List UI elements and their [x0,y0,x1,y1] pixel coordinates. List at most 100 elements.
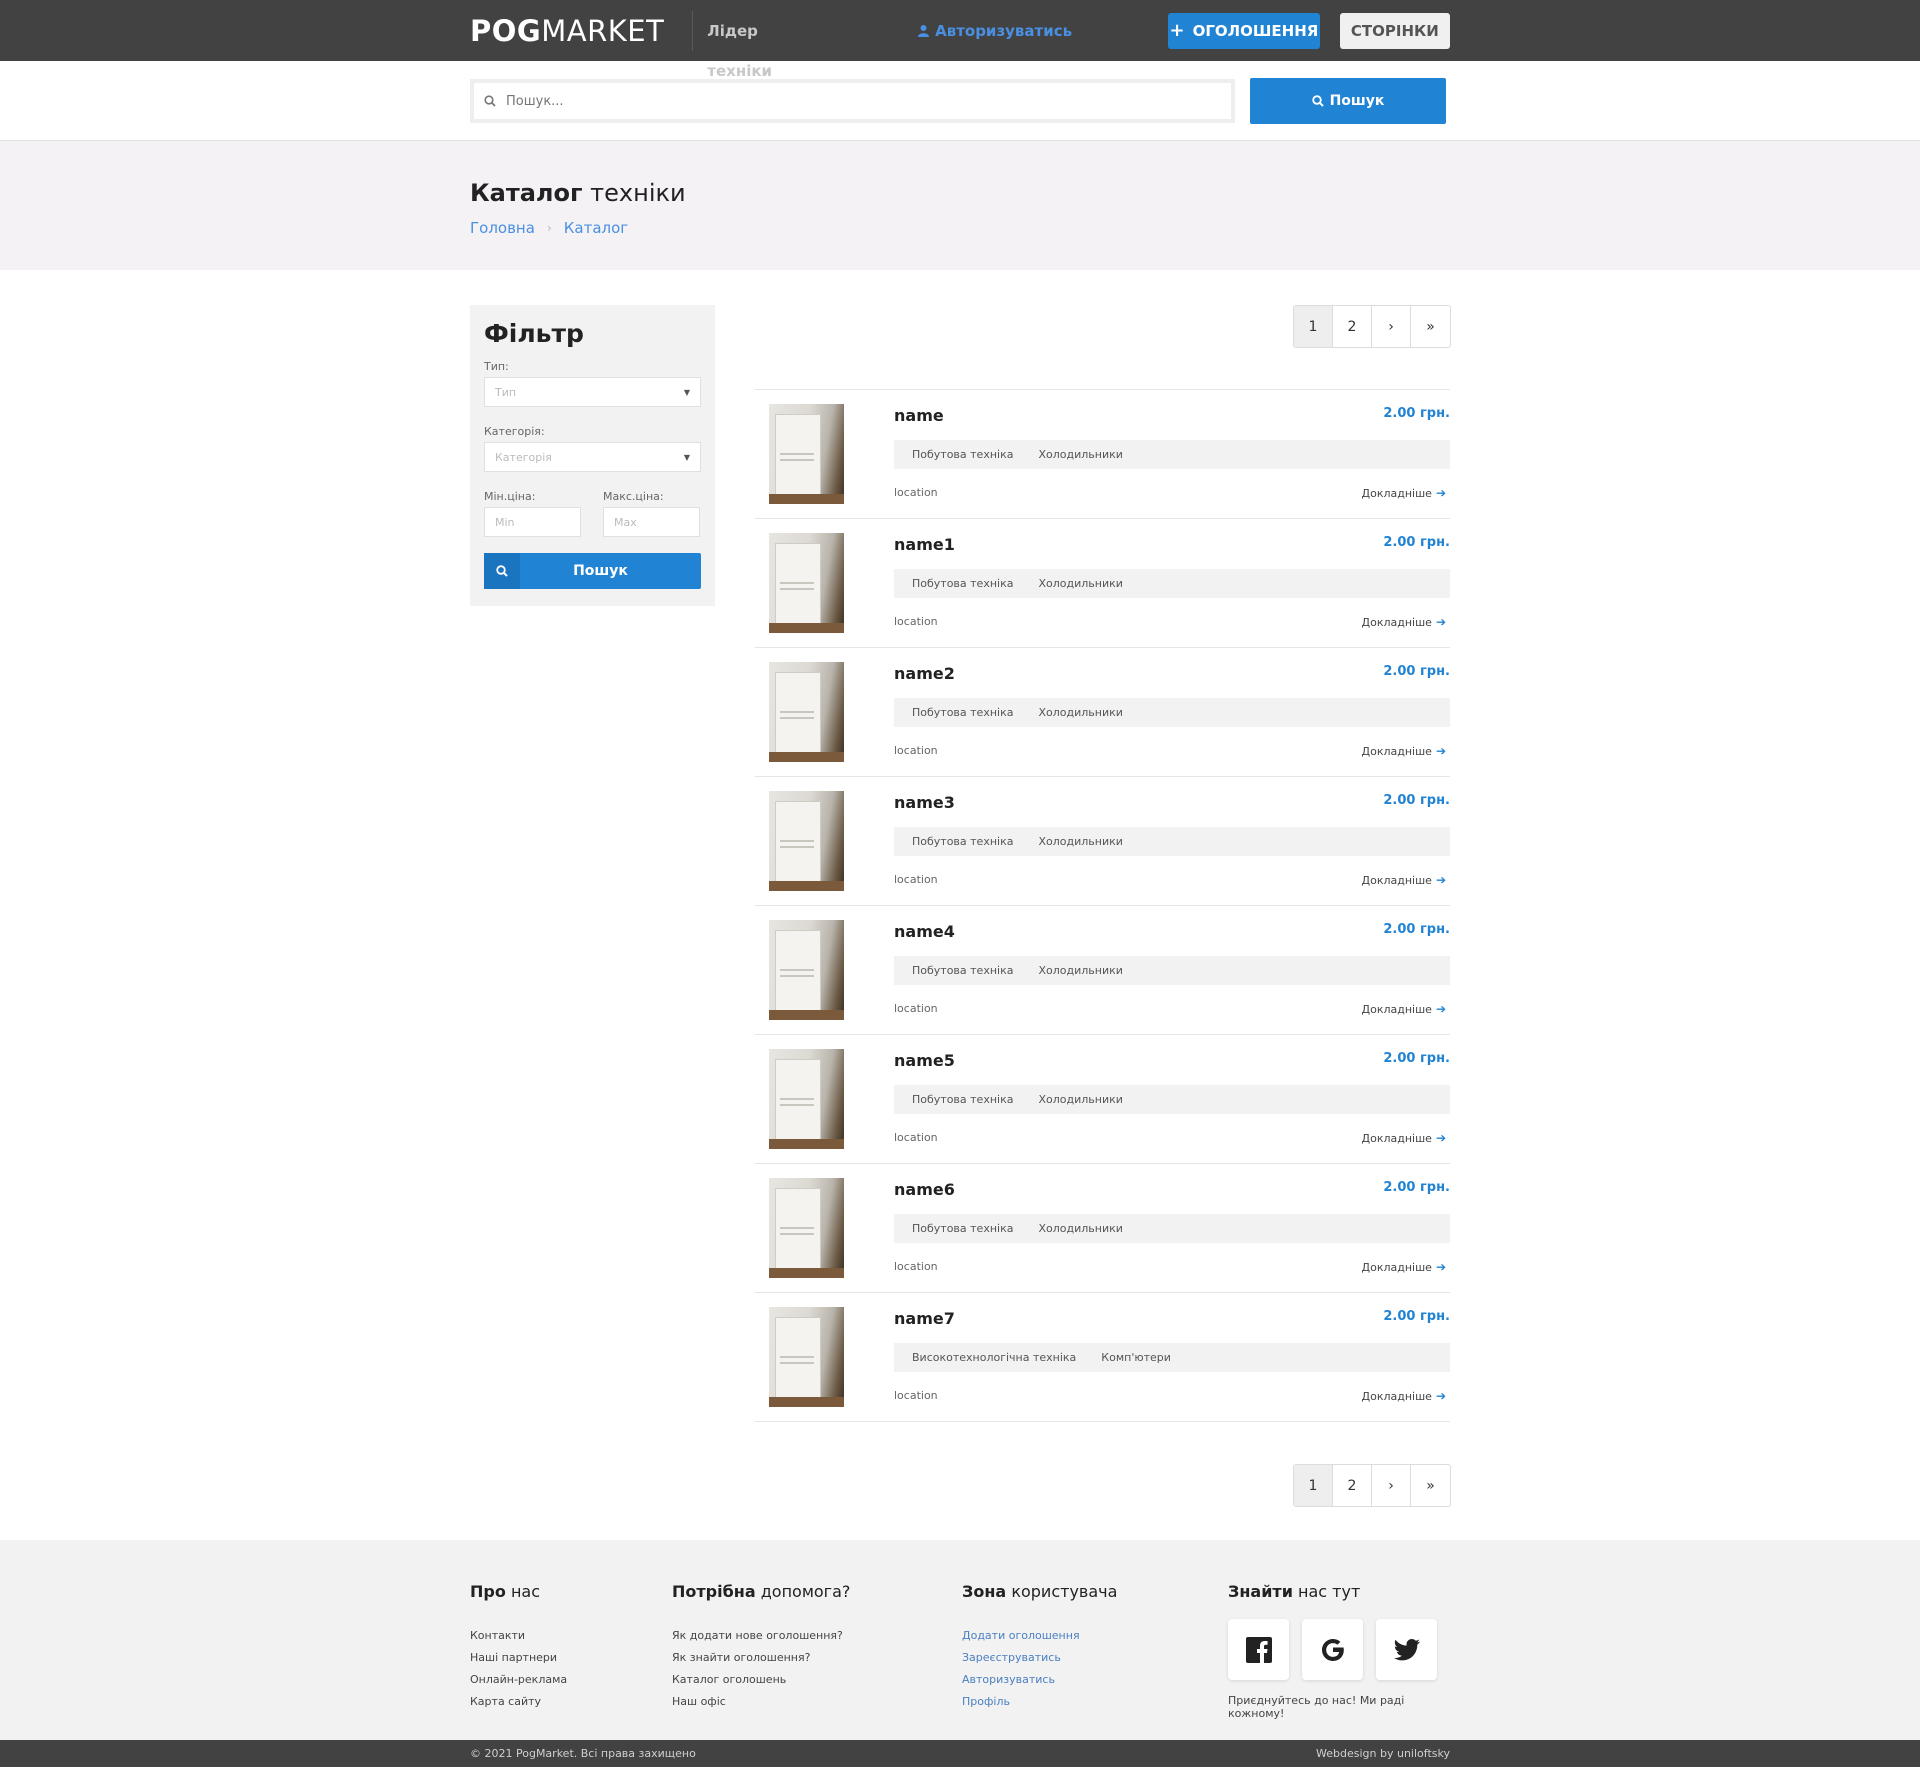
logo-light: MARKET [541,13,665,48]
item-tag[interactable]: Побутова техніка [912,964,1013,977]
item-tag[interactable]: Холодильники [1038,1222,1122,1235]
page-title: Каталог техніки [470,179,1450,207]
footer-link-register[interactable]: Зареєструватись [962,1647,1117,1669]
pagination-top: 1 2 › » [1293,305,1451,348]
user-icon [918,24,930,37]
breadcrumb-catalog[interactable]: Каталог [564,219,628,237]
footer-link-partners[interactable]: Наші партнери [470,1647,567,1669]
item-tag[interactable]: Побутова техніка [912,1222,1013,1235]
footer-link-contacts[interactable]: Контакти [470,1625,567,1647]
next-page-button[interactable]: › [1372,1465,1411,1506]
search-input[interactable] [506,93,1186,109]
last-page-button[interactable]: » [1411,306,1450,347]
item-tag[interactable]: Холодильники [1038,964,1122,977]
arrow-right-icon: ➔ [1435,1389,1446,1403]
item-thumbnail[interactable] [769,791,844,891]
list-item[interactable]: name2 2.00 грн. Побутова техніка Холодиль… [755,648,1450,777]
footer-link-how-add[interactable]: Як додати нове оголошення? [672,1625,850,1647]
list-item[interactable]: name4 2.00 грн. Побутова техніка Холодиль… [755,906,1450,1035]
category-select[interactable]: Категорія ▼ [484,442,701,472]
item-more-link[interactable]: Докладніше ➔ [1362,1002,1447,1016]
design-credit[interactable]: Webdesign by uniloftsky [1316,1747,1450,1760]
item-tag[interactable]: Побутова техніка [912,706,1013,719]
item-name[interactable]: name3 [894,793,955,812]
item-thumbnail[interactable] [769,533,844,633]
twitter-icon[interactable] [1376,1619,1437,1680]
footer-link-sitemap[interactable]: Карта сайту [470,1691,567,1713]
max-price-input[interactable]: Max [603,507,700,537]
item-tag[interactable]: Комп'ютери [1101,1351,1171,1364]
item-tag[interactable]: Холодильники [1038,835,1122,848]
filter-search-label: Пошук [573,563,628,579]
item-thumbnail[interactable] [769,920,844,1020]
list-item[interactable]: name 2.00 грн. Побутова техніка Холодильн… [755,390,1450,519]
logo[interactable]: POG MARKET [470,14,664,48]
footer-link-ads[interactable]: Онлайн-реклама [470,1669,567,1691]
facebook-icon[interactable] [1228,1619,1289,1680]
search-icon [1311,95,1324,107]
item-tag[interactable]: Високотехнологічна техніка [912,1351,1076,1364]
google-icon[interactable] [1302,1619,1363,1680]
item-thumbnail[interactable] [769,662,844,762]
item-name[interactable]: name6 [894,1180,955,1199]
item-thumbnail[interactable] [769,1178,844,1278]
breadcrumb: Головна › Каталог [470,219,1450,237]
item-tag[interactable]: Побутова техніка [912,577,1013,590]
add-listing-button[interactable]: + ОГОЛОШЕННЯ [1168,12,1320,49]
item-thumbnail[interactable] [769,1049,844,1149]
search-button[interactable]: Пошук [1250,78,1446,124]
item-name[interactable]: name [894,406,944,425]
footer-link-login[interactable]: Авторизуватись [962,1669,1117,1691]
filter-search-button[interactable]: Пошук [484,553,701,589]
page-1-button[interactable]: 1 [1294,306,1333,347]
list-item[interactable]: name7 2.00 грн. Високотехнологічна техні… [755,1293,1450,1422]
footer-link-profile[interactable]: Профіль [962,1691,1117,1713]
login-link[interactable]: Авторизуватись [918,22,1072,40]
item-name[interactable]: name1 [894,535,955,554]
item-more-link[interactable]: Докладніше ➔ [1362,744,1447,758]
search-icon [484,95,496,107]
item-thumbnail[interactable] [769,404,844,504]
filter-heading: Фільтр [484,319,584,348]
arrow-right-icon: ➔ [1435,1260,1446,1274]
item-tag[interactable]: Побутова техніка [912,835,1013,848]
last-page-button[interactable]: » [1411,1465,1450,1506]
footer-link-how-find[interactable]: Як знайти оголошення? [672,1647,850,1669]
min-price-input[interactable]: Min [484,507,581,537]
footer-link-add-listing[interactable]: Додати оголошення [962,1625,1117,1647]
item-more-link[interactable]: Докладніше ➔ [1362,615,1447,629]
item-name[interactable]: name7 [894,1309,955,1328]
item-tag[interactable]: Побутова техніка [912,448,1013,461]
list-item[interactable]: name6 2.00 грн. Побутова техніка Холодиль… [755,1164,1450,1293]
item-location: location [894,1389,938,1402]
footer-link-catalog[interactable]: Каталог оголошень [672,1669,850,1691]
footer-link-office[interactable]: Наш офіс [672,1691,850,1713]
item-tag[interactable]: Холодильники [1038,1093,1122,1106]
item-tag[interactable]: Холодильники [1038,448,1122,461]
item-more-link[interactable]: Докладніше ➔ [1362,873,1447,887]
item-more-label: Докладніше [1361,615,1432,629]
item-more-link[interactable]: Докладніше ➔ [1362,1131,1447,1145]
item-more-link[interactable]: Докладніше ➔ [1362,486,1447,500]
list-item[interactable]: name1 2.00 грн. Побутова техніка Холодиль… [755,519,1450,648]
item-more-link[interactable]: Докладніше ➔ [1362,1389,1447,1403]
search-field[interactable] [470,79,1235,123]
page-1-button[interactable]: 1 [1294,1465,1333,1506]
list-item[interactable]: name5 2.00 грн. Побутова техніка Холодиль… [755,1035,1450,1164]
item-tag[interactable]: Побутова техніка [912,1093,1013,1106]
list-item[interactable]: name3 2.00 грн. Побутова техніка Холодиль… [755,777,1450,906]
item-name[interactable]: name5 [894,1051,955,1070]
next-page-button[interactable]: › [1372,306,1411,347]
item-tag[interactable]: Холодильники [1038,706,1122,719]
top-navbar: POG MARKET Лідер техніки Авторизуватись +… [0,0,1920,80]
item-name[interactable]: name4 [894,922,955,941]
item-thumbnail[interactable] [769,1307,844,1407]
item-name[interactable]: name2 [894,664,955,683]
type-select[interactable]: Тип ▼ [484,377,701,407]
item-tag[interactable]: Холодильники [1038,577,1122,590]
breadcrumb-home[interactable]: Головна [470,219,535,237]
pages-button[interactable]: СТОРІНКИ [1339,12,1450,49]
page-2-button[interactable]: 2 [1333,306,1372,347]
page-2-button[interactable]: 2 [1333,1465,1372,1506]
item-more-link[interactable]: Докладніше ➔ [1362,1260,1447,1274]
